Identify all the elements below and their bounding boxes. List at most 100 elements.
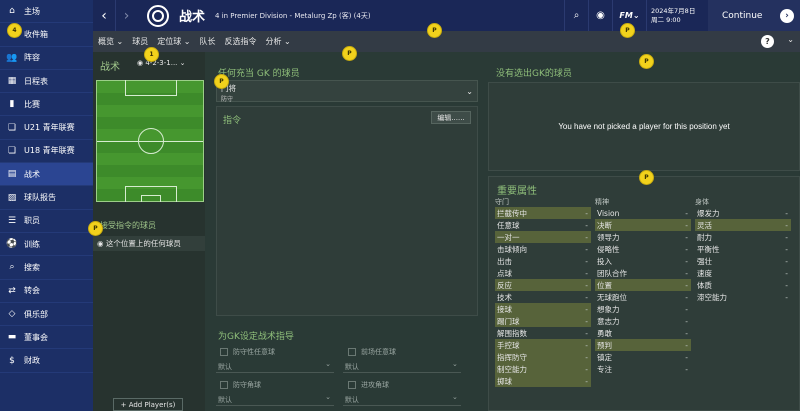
sidebar-item-label: 训练: [24, 239, 40, 249]
date-display[interactable]: 2024年7月8日 周二 9:00: [646, 0, 708, 31]
set-piece-check-row-1: 防守性任意球 前场任意球: [216, 347, 476, 357]
sidebar-item[interactable]: ▬ 董事会: [0, 326, 93, 350]
help-icon[interactable]: ?: [761, 35, 774, 48]
tactic-pitch[interactable]: [96, 80, 204, 202]
back-button[interactable]: ‹: [93, 0, 115, 31]
checkbox-icon: [348, 348, 356, 356]
menu-captains[interactable]: 队长: [200, 36, 216, 47]
attribute-row: 侵略性 -: [595, 243, 691, 255]
attribute-label: 侵略性: [597, 244, 620, 254]
tutorial-marker[interactable]: P: [621, 24, 634, 37]
tutorial-marker[interactable]: P: [428, 24, 441, 37]
defensive-corner-select[interactable]: 默认: [216, 393, 334, 406]
attribute-label: 团队合作: [597, 268, 627, 278]
menu-analysis[interactable]: 分析 ⌄: [266, 36, 291, 47]
add-player-button[interactable]: + Add Player(s): [113, 398, 183, 411]
club-logo-icon[interactable]: [147, 4, 169, 27]
sidebar-item-label: 阵容: [24, 53, 40, 63]
gk-role-panel: 任何充当 GK 的球员 门将 防守 ⌄ 指令 编辑...... 为GK设定战术指…: [210, 52, 482, 411]
sidebar-item[interactable]: ⌕ 搜索: [0, 256, 93, 280]
attribute-value: -: [785, 244, 788, 254]
sidebar-item[interactable]: ⚽ 训练: [0, 233, 93, 257]
gk-panel-title: 任何充当 GK 的球员: [218, 69, 300, 79]
attribute-label: 灵活: [697, 220, 712, 230]
globe-button[interactable]: ◉: [588, 0, 612, 31]
chevron-left-icon: ‹: [101, 7, 107, 24]
defensive-free-kick-check[interactable]: 防守性任意球: [216, 347, 348, 357]
sidebar-item[interactable]: ☰ 职员: [0, 210, 93, 233]
tutorial-marker[interactable]: P: [640, 171, 653, 184]
attribute-value: -: [685, 220, 688, 230]
u21-icon: ❏: [7, 122, 17, 133]
search-button[interactable]: ⌕: [564, 0, 588, 31]
attribute-value: -: [685, 352, 688, 362]
sidebar-item[interactable]: ⇄ 转会: [0, 280, 93, 303]
attribute-row: 反应 -: [495, 279, 591, 291]
forward-button[interactable]: ›: [115, 0, 137, 31]
attacking-corner-select[interactable]: 默认: [342, 393, 461, 406]
tutorial-marker[interactable]: P: [640, 55, 653, 68]
attacking-corner-check[interactable]: 进攻角球: [348, 381, 389, 389]
search-icon: ⌕: [9, 262, 15, 273]
attribute-value: -: [585, 292, 588, 302]
tactic-label: 战术: [100, 62, 120, 73]
home-icon: ⌂: [9, 6, 15, 17]
training-icon: ⚽: [6, 239, 18, 250]
attribute-row: 滞空能力 -: [695, 291, 791, 303]
tutorial-marker[interactable]: 4: [8, 24, 21, 37]
attacking-free-kick-check[interactable]: 前场任意球: [348, 348, 396, 356]
club-icon: ◇: [8, 309, 16, 319]
attribute-row: 技术 -: [495, 291, 591, 303]
next-match-info[interactable]: 4 in Premier Division - Metalurg Zp (客) …: [215, 11, 371, 21]
tactics-icon: ▤: [7, 169, 17, 180]
sidebar-item[interactable]: ▨ 球队报告: [0, 186, 93, 210]
attribute-row: 击球倾向 -: [495, 243, 591, 255]
defensive-corner-check[interactable]: 防守角球: [216, 380, 348, 390]
sidebar-item[interactable]: ❏ U18 青年联赛: [0, 140, 93, 164]
menu-opposition-instructions[interactable]: 反选指令: [225, 36, 257, 47]
continue-button[interactable]: Continue ›: [708, 0, 800, 31]
sidebar-item[interactable]: ▤ 战术: [0, 163, 93, 187]
attribute-label: 技术: [497, 292, 512, 302]
attribute-row: 解围指数 -: [495, 327, 591, 339]
sidebar-item[interactable]: ❏ U21 青年联赛: [0, 116, 93, 140]
sidebar-item[interactable]: ▦ 日程表: [0, 70, 93, 94]
tutorial-marker[interactable]: P: [343, 47, 356, 60]
report-icon: ▨: [7, 192, 17, 203]
defensive-free-kick-select[interactable]: 默认: [216, 360, 334, 373]
any-player-row[interactable]: ◉ 这个位置上的任何球员: [93, 236, 205, 251]
sidebar-item-label: 日程表: [24, 76, 48, 86]
menu-players[interactable]: 球员: [132, 36, 148, 47]
attribute-label: 无球跑位: [597, 292, 627, 302]
goalkeeping-attributes: 守门 拦截传中 - 任意球 - 一对一 - 击球倾向 - 出击 - 点球 - 反应 - 技术 - 接球 - 踢门球 - 解…: [495, 197, 591, 387]
any-player-label: 这个位置上的任何球员: [105, 239, 181, 248]
sidebar-item[interactable]: ◇ 俱乐部: [0, 303, 93, 327]
sidebar-item[interactable]: $ 财政: [0, 349, 93, 373]
attribute-label: 手控球: [497, 340, 520, 350]
attribute-column-heading: 守门: [495, 198, 509, 206]
menu-overview[interactable]: 概览 ⌄: [98, 36, 123, 47]
attribute-label: 勇敢: [597, 328, 612, 338]
attribute-value: -: [785, 208, 788, 218]
sidebar-item[interactable]: ▮ 比赛: [0, 93, 93, 117]
tutorial-marker[interactable]: P: [215, 75, 228, 88]
attacking-free-kick-select[interactable]: 默认: [342, 360, 461, 373]
chevron-down-icon[interactable]: ⌄: [787, 35, 794, 44]
role-selector[interactable]: 门将 防守 ⌄: [216, 80, 478, 103]
attribute-value: -: [585, 280, 588, 290]
sidebar-item[interactable]: 👥 阵容: [0, 47, 93, 70]
attribute-value: -: [685, 328, 688, 338]
attribute-row: 预判 -: [595, 339, 691, 351]
edit-instructions-button[interactable]: 编辑......: [431, 111, 471, 124]
attribute-row: 手控球 -: [495, 339, 591, 351]
attribute-label: 拦截传中: [497, 208, 527, 218]
set-piece-check-row-2: 防守角球 进攻角球: [216, 380, 476, 390]
menu-set-pieces[interactable]: 定位球 ⌄: [157, 36, 190, 47]
attribute-value: -: [585, 220, 588, 230]
attribute-row: 任意球 -: [495, 219, 591, 231]
sidebar-item[interactable]: ⌂ 主场: [0, 0, 93, 24]
instructions-title: 指令: [223, 116, 242, 126]
tutorial-marker[interactable]: P: [89, 222, 102, 235]
tutorial-marker[interactable]: 1: [145, 48, 158, 61]
formation-selector[interactable]: ◉ 4-2-3-1... ⌄: [137, 59, 186, 67]
